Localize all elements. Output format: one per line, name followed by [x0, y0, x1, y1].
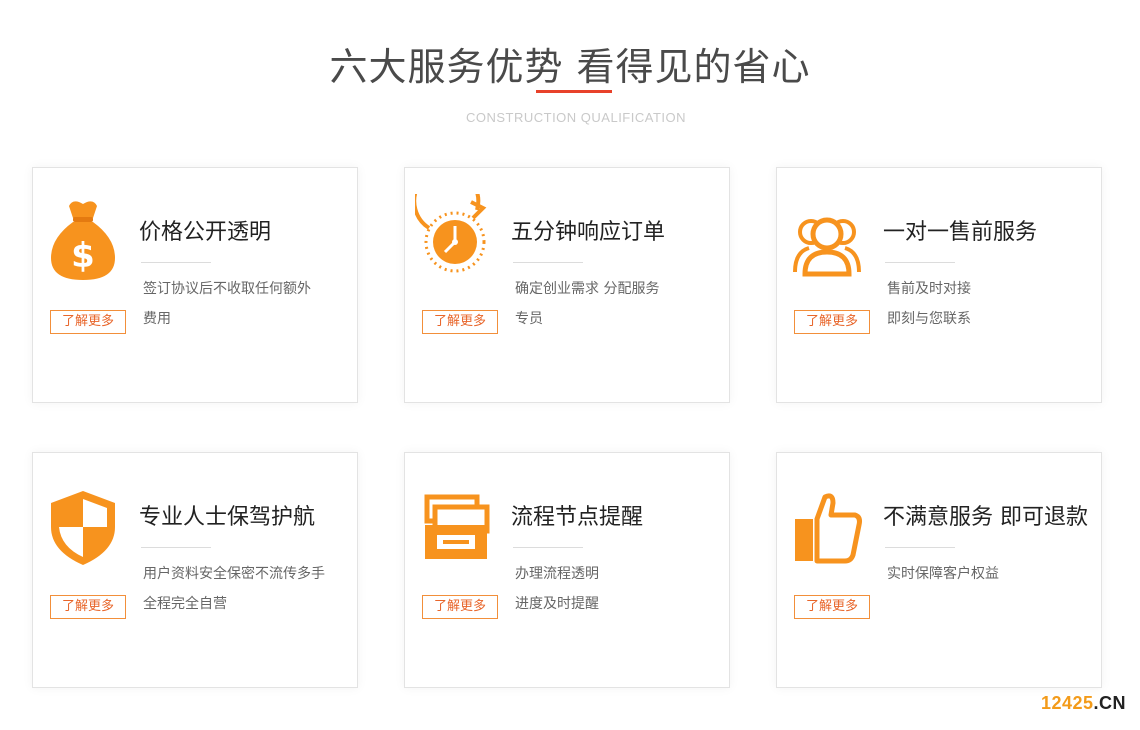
card-description: 售前及时对接 即刻与您联系: [887, 274, 1087, 334]
description-line: 全程完全自营: [143, 596, 227, 612]
svg-text:$: $: [71, 236, 95, 276]
site-watermark: 12425.CN: [1041, 693, 1126, 714]
watermark-suffix: .CN: [1093, 693, 1126, 713]
service-card-refund: 不满意服务 即可退款 实时保障客户权益 了解更多: [776, 452, 1102, 688]
divider: [513, 262, 583, 263]
service-card-presale: 一对一售前服务 售前及时对接 即刻与您联系 了解更多: [776, 167, 1102, 403]
card-title: 价格公开透明: [139, 220, 272, 245]
description-line: 专员: [515, 311, 543, 327]
divider: [141, 262, 211, 263]
card-description: 确定创业需求 分配服务 专员: [515, 274, 715, 334]
divider: [141, 547, 211, 548]
money-bag-icon: $: [43, 194, 123, 284]
card-title: 一对一售前服务: [883, 220, 1038, 245]
divider: [885, 547, 955, 548]
description-line: 进度及时提醒: [515, 596, 599, 612]
watermark-number: 12425: [1040, 693, 1094, 713]
learn-more-button[interactable]: 了解更多: [794, 595, 870, 619]
card-description: 实时保障客户权益: [887, 559, 1087, 589]
learn-more-button[interactable]: 了解更多: [794, 310, 870, 334]
description-line: 确定创业需求 分配服务: [515, 281, 660, 297]
users-icon: [787, 194, 867, 284]
page-title: 六大服务优势 看得见的省心: [329, 45, 811, 89]
description-line: 办理流程透明: [515, 566, 599, 582]
folder-process-icon: [415, 479, 495, 569]
service-card-response: 五分钟响应订单 确定创业需求 分配服务 专员 了解更多: [404, 167, 730, 403]
page-subtitle: CONSTRUCTION QUALIFICATION: [465, 110, 687, 125]
service-card-process: 流程节点提醒 办理流程透明 进度及时提醒 了解更多: [404, 452, 730, 688]
card-title: 五分钟响应订单: [511, 220, 666, 245]
learn-more-button[interactable]: 了解更多: [422, 310, 498, 334]
divider: [513, 547, 583, 548]
description-line: 即刻与您联系: [887, 311, 971, 327]
card-description: 办理流程透明 进度及时提醒: [515, 559, 715, 619]
shield-icon: [43, 479, 123, 569]
service-card-security: 专业人士保驾护航 用户资料安全保密不流传多手 全程完全自营 了解更多: [32, 452, 358, 688]
learn-more-button[interactable]: 了解更多: [50, 595, 126, 619]
card-description: 签订协议后不收取任何额外 费用: [143, 274, 343, 334]
description-line: 签订协议后不收取任何额外: [143, 281, 311, 297]
card-title: 专业人士保驾护航: [139, 505, 316, 530]
clock-icon: [415, 194, 495, 284]
card-title: 不满意服务 即可退款: [883, 505, 1088, 530]
card-title: 流程节点提醒: [511, 505, 644, 530]
thumbs-up-icon: [787, 479, 867, 569]
divider: [885, 262, 955, 263]
learn-more-button[interactable]: 了解更多: [422, 595, 498, 619]
learn-more-button[interactable]: 了解更多: [50, 310, 126, 334]
description-line: 售前及时对接: [887, 281, 971, 297]
title-underline: [536, 90, 612, 93]
description-line: 用户资料安全保密不流传多手: [143, 566, 325, 582]
description-line: 费用: [143, 311, 171, 327]
description-line: 实时保障客户权益: [887, 566, 999, 582]
card-description: 用户资料安全保密不流传多手 全程完全自营: [143, 559, 343, 619]
service-card-price: $ 价格公开透明 签订协议后不收取任何额外 费用 了解更多: [32, 167, 358, 403]
